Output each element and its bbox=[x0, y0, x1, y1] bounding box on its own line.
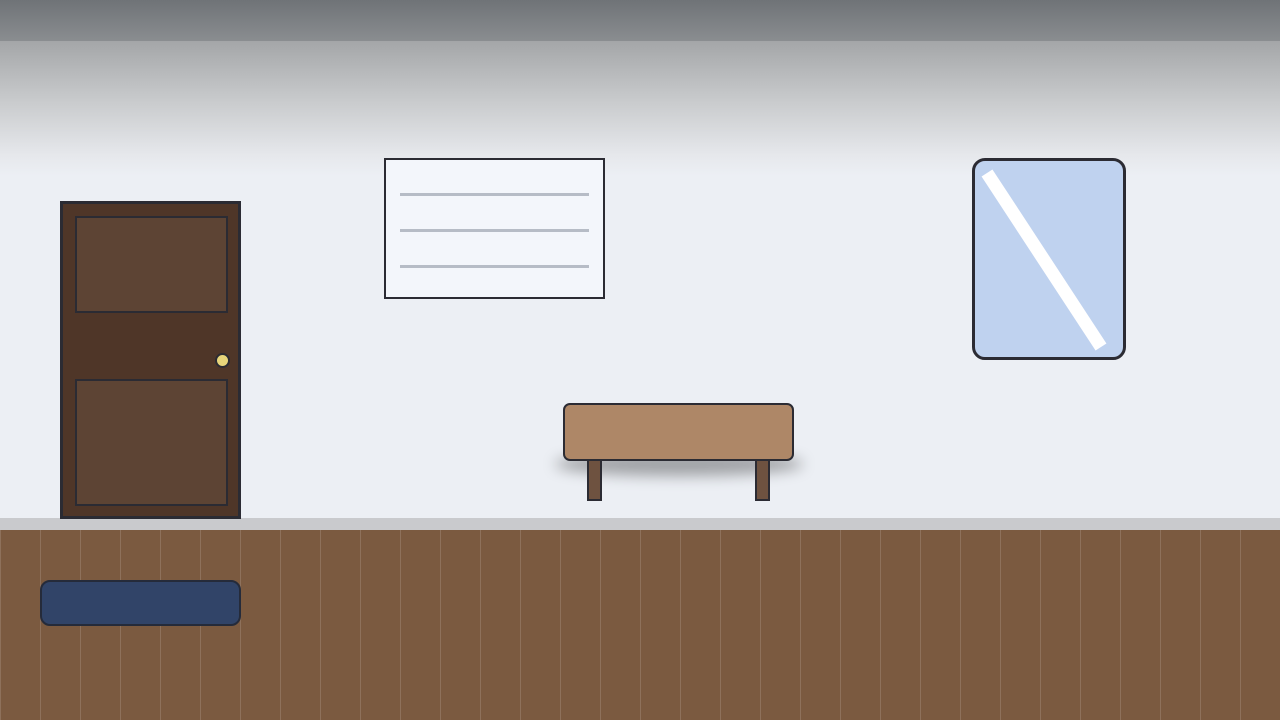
rug[interactable] bbox=[40, 580, 241, 626]
bench-leg-right bbox=[755, 459, 770, 501]
ceiling bbox=[0, 0, 1280, 41]
ceiling-shadow bbox=[0, 41, 1280, 176]
bench-leg-left bbox=[587, 459, 602, 501]
board-line bbox=[400, 229, 589, 232]
board-line bbox=[400, 193, 589, 196]
door[interactable] bbox=[60, 201, 241, 519]
bench[interactable] bbox=[563, 403, 794, 461]
baseboard bbox=[0, 518, 1280, 530]
mirror-glint bbox=[981, 169, 1107, 351]
board-line bbox=[400, 265, 589, 268]
game-scene bbox=[0, 0, 1280, 720]
notice-board[interactable] bbox=[384, 158, 605, 299]
mirror[interactable] bbox=[972, 158, 1126, 360]
door-knob[interactable] bbox=[215, 353, 230, 368]
door-upper-panel bbox=[75, 216, 228, 313]
door-lower-panel bbox=[75, 379, 228, 506]
